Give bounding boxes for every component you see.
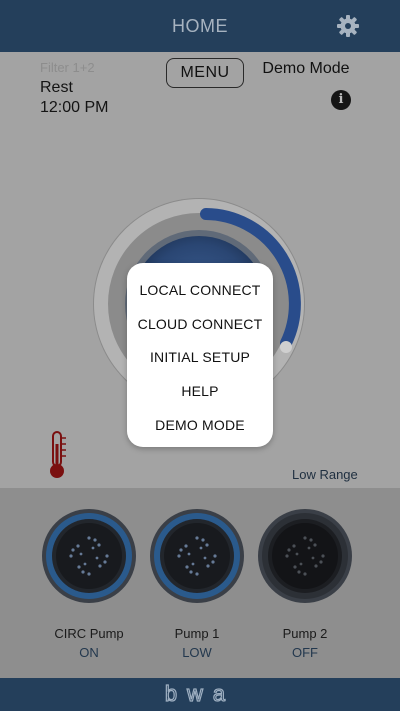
settings-button[interactable] <box>334 12 362 40</box>
pump-state-2: OFF <box>292 645 318 660</box>
pump-name-circ: CIRC Pump <box>54 626 124 641</box>
bwa-logo: bwa <box>164 682 235 706</box>
dial-handle[interactable] <box>280 341 292 353</box>
info-icon: i <box>338 92 344 107</box>
pump-fan-icon <box>258 509 352 603</box>
time-label: 12:00 PM <box>40 99 109 116</box>
gear-icon <box>337 15 359 37</box>
pump-fan-icon <box>42 509 136 603</box>
info-button[interactable]: i <box>331 90 351 110</box>
demo-mode-label: Demo Mode <box>262 60 350 77</box>
pump-button-2[interactable] <box>257 508 353 604</box>
pump-button-circ[interactable] <box>41 508 137 604</box>
status-label: Rest <box>40 79 73 96</box>
pump-state-1: LOW <box>182 645 212 660</box>
range-label: Low Range <box>292 467 358 482</box>
pump-button-1[interactable] <box>149 508 245 604</box>
thermometer-icon <box>50 431 66 478</box>
menu-item-help[interactable]: HELP <box>127 376 273 406</box>
menu-item-demo-mode[interactable]: DEMO MODE <box>127 410 273 440</box>
pump-name-2: Pump 2 <box>282 626 328 641</box>
pump-fan-icon <box>150 509 244 603</box>
svg-text:bwa: bwa <box>165 682 235 706</box>
filter-label: Filter 1+2 <box>40 60 95 75</box>
menu-item-cloud-connect[interactable]: CLOUD CONNECT <box>127 309 273 339</box>
pump-name-1: Pump 1 <box>174 626 220 641</box>
pump-state-circ: ON <box>79 645 99 660</box>
popup-menu: LOCAL CONNECT CLOUD CONNECT INITIAL SETU… <box>127 263 273 447</box>
menu-button[interactable]: MENU <box>166 58 244 88</box>
menu-item-initial-setup[interactable]: INITIAL SETUP <box>127 342 273 372</box>
menu-item-local-connect[interactable]: LOCAL CONNECT <box>127 275 273 305</box>
